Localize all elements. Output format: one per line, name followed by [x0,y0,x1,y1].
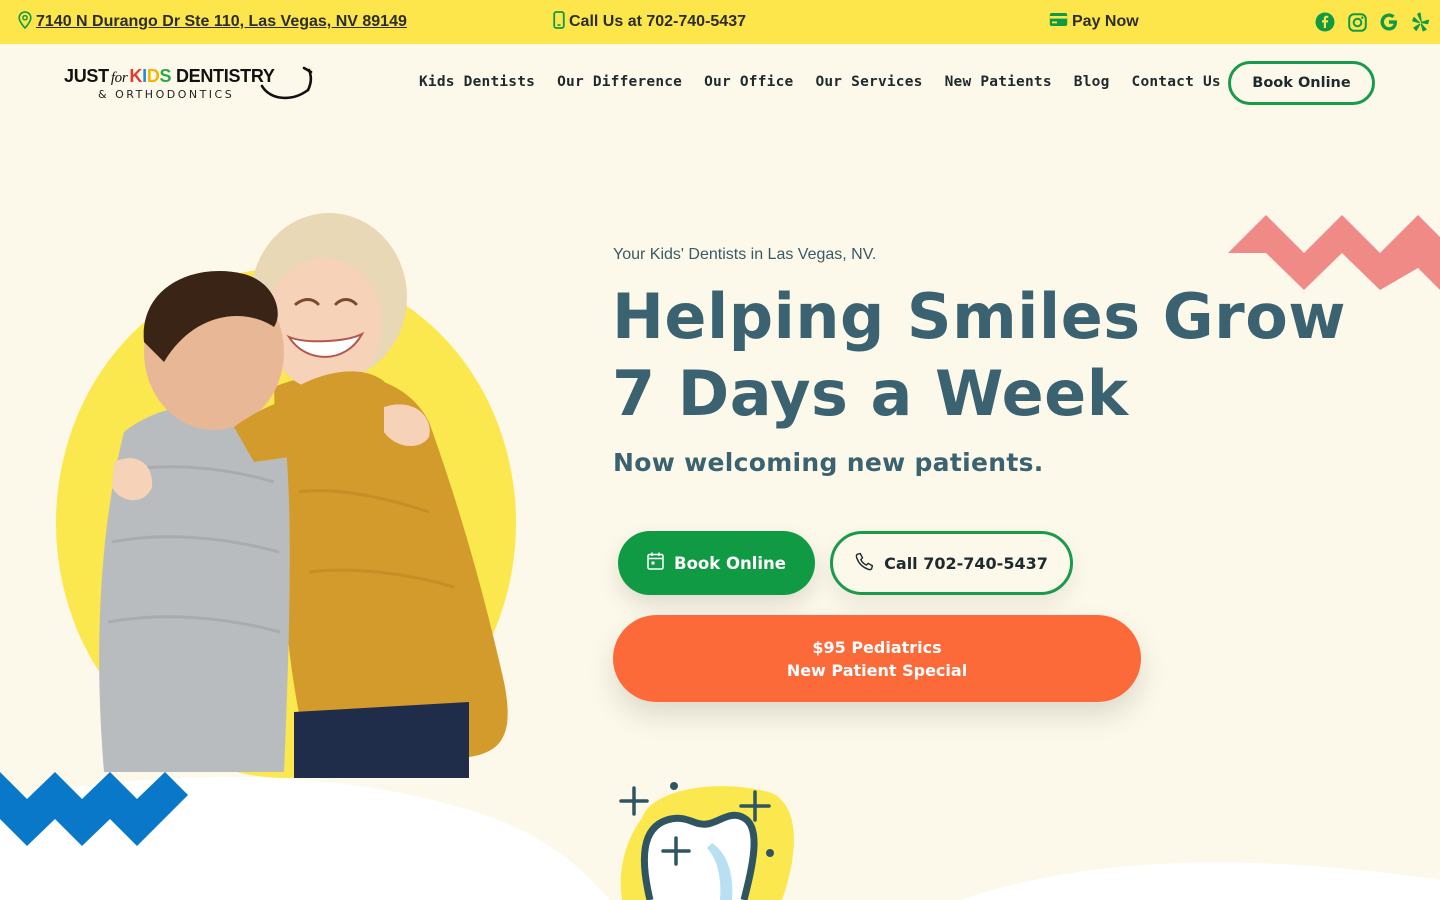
nav-blog[interactable]: Blog [1074,74,1110,90]
nav-contact-us[interactable]: Contact Us [1132,74,1221,90]
facebook-icon[interactable] [1314,11,1336,33]
yelp-icon[interactable] [1410,11,1432,33]
call-label: Call 702-740-5437 [884,553,1048,573]
nav-our-difference[interactable]: Our Difference [557,74,682,90]
map-pin-icon [18,10,32,34]
hero-eyebrow: Your Kids' Dentists in Las Vegas, NV. [613,246,877,263]
phone-link[interactable]: Call Us at 702-740-5437 [553,0,746,44]
new-patient-special-button[interactable]: $95 Pediatrics New Patient Special [613,615,1141,702]
logo-for: for [110,70,128,86]
address-link[interactable]: 7140 N Durango Dr Ste 110, Las Vegas, NV… [18,0,407,44]
book-online-label: Book Online [674,553,786,573]
nav-our-office[interactable]: Our Office [704,74,793,90]
credit-card-icon [1049,12,1068,32]
book-online-button[interactable]: Book Online [618,531,815,595]
logo-orthodontics: & ORTHODONTICS [98,88,235,101]
top-bar: 7140 N Durango Dr Ste 110, Las Vegas, NV… [0,0,1440,44]
mobile-phone-icon [553,10,565,34]
hero-headline: Helping Smiles Grow 7 Days a Week [612,278,1412,432]
book-online-header-button[interactable]: Book Online [1228,61,1375,105]
logo-just: JUST [64,66,109,86]
phone-text[interactable]: Call Us at 702-740-5437 [569,13,746,31]
address-text[interactable]: 7140 N Durango Dr Ste 110, Las Vegas, NV… [36,13,407,31]
smile-logo-icon [260,66,313,100]
call-button[interactable]: Call 702-740-5437 [830,531,1073,595]
main-nav: Kids Dentists Our Difference Our Office … [419,60,1243,104]
blue-zigzag-decoration [0,772,188,846]
hugging-kids-photo [99,213,508,778]
hero-subhead: Now welcoming new patients. [613,448,1044,477]
logo[interactable]: JUST for KIDS DENTISTRY & ORTHODONTICS [64,62,324,106]
pay-now-text[interactable]: Pay Now [1072,13,1139,31]
nav-new-patients[interactable]: New Patients [945,74,1052,90]
instagram-icon[interactable] [1346,11,1368,33]
hero-headline-line-2: 7 Days a Week [612,357,1129,430]
special-line-2: New Patient Special [786,660,968,680]
pay-now-link[interactable]: Pay Now [1049,0,1139,44]
phone-icon [855,552,874,575]
google-icon[interactable] [1378,11,1400,33]
logo-kids: KIDS [129,66,172,86]
hero-headline-line-1: Helping Smiles Grow [612,280,1347,353]
special-line-1: $95 Pediatrics [812,637,942,657]
nav-kids-dentists[interactable]: Kids Dentists [419,74,535,90]
sparkling-tooth-illustration [619,782,794,900]
logo-wordmark: JUST for KIDS DENTISTRY [64,66,275,87]
social-links [1314,0,1432,44]
calendar-icon [647,552,664,574]
nav-our-services[interactable]: Our Services [815,74,922,90]
